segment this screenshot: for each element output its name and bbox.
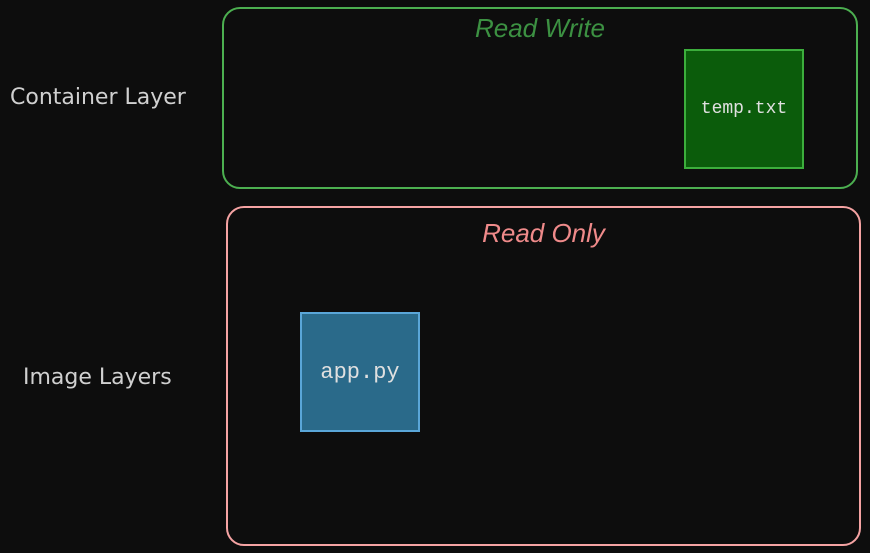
- read-only-layer-box: Read Only app.py: [226, 206, 861, 546]
- file-label: app.py: [320, 360, 399, 385]
- read-write-layer-box: Read Write temp.txt: [222, 7, 858, 189]
- read-only-title: Read Only: [482, 218, 605, 249]
- file-label: temp.txt: [701, 99, 787, 119]
- read-write-title: Read Write: [475, 13, 605, 44]
- file-temp-txt: temp.txt: [684, 49, 804, 169]
- container-layer-label: Container Layer: [10, 85, 186, 110]
- image-layers-label: Image Layers: [23, 365, 172, 390]
- file-app-py: app.py: [300, 312, 420, 432]
